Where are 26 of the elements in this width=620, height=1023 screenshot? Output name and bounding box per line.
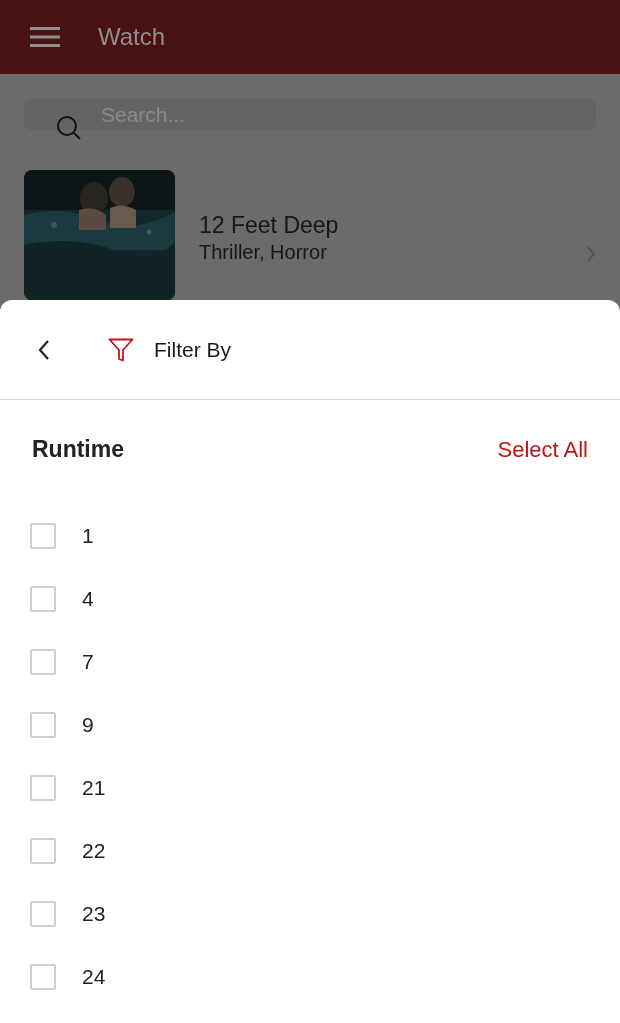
sheet-title: Filter By xyxy=(154,337,231,362)
back-button[interactable] xyxy=(38,338,50,361)
select-all-link[interactable]: Select All xyxy=(497,436,588,463)
checkbox[interactable] xyxy=(30,775,56,801)
search-icon xyxy=(56,115,82,141)
option-label: 1 xyxy=(82,524,94,548)
checkbox[interactable] xyxy=(30,712,56,738)
checkbox[interactable] xyxy=(30,901,56,927)
option-label: 9 xyxy=(82,713,94,737)
menu-icon[interactable] xyxy=(30,27,60,47)
option-label: 7 xyxy=(82,650,94,674)
option-label: 24 xyxy=(82,965,106,989)
checkbox[interactable] xyxy=(30,586,56,612)
option-label: 22 xyxy=(82,839,106,863)
movie-title: 12 Feet Deep xyxy=(199,212,340,239)
checkbox[interactable] xyxy=(30,838,56,864)
filter-icon xyxy=(108,337,134,362)
option-label: 21 xyxy=(82,776,106,800)
option-label: 23 xyxy=(82,902,106,926)
checkbox[interactable] xyxy=(30,964,56,990)
movie-genres: Thriller, Horror xyxy=(199,241,328,264)
section-heading: Runtime xyxy=(32,436,124,463)
checkbox[interactable] xyxy=(30,649,56,675)
checkbox[interactable] xyxy=(30,523,56,549)
option-label: 4 xyxy=(82,587,94,611)
app-title: Watch xyxy=(98,23,166,51)
